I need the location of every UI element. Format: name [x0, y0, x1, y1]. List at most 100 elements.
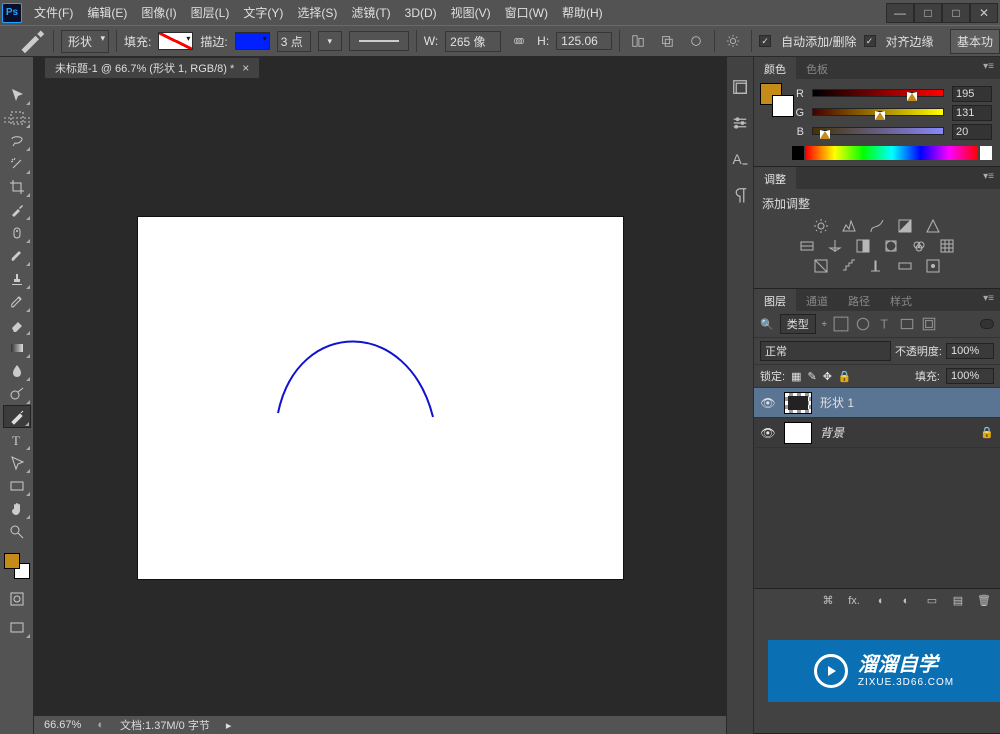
channelmixer-icon[interactable]: [910, 238, 928, 254]
workspace-button[interactable]: 基本功: [950, 29, 1000, 54]
layer-thumb[interactable]: [784, 422, 812, 444]
type-tool[interactable]: T: [3, 428, 31, 451]
new-layer-icon[interactable]: ▤: [950, 594, 966, 607]
align-checkbox[interactable]: ✓: [864, 35, 876, 47]
quickmask-button[interactable]: [3, 587, 31, 610]
lock-trans-icon[interactable]: ▦: [791, 370, 801, 383]
menu-select[interactable]: 选择(S): [297, 4, 337, 21]
zoom-readout[interactable]: 66.67%: [44, 719, 81, 731]
layer-row-shape1[interactable]: 👁 形状 1: [754, 388, 1000, 418]
visibility-icon[interactable]: 👁: [760, 396, 776, 410]
filter-type-icon[interactable]: T: [877, 316, 893, 332]
posterize-icon[interactable]: [840, 258, 858, 274]
gear-icon[interactable]: [722, 31, 744, 51]
tab-styles[interactable]: 样式: [880, 289, 922, 311]
brush-tool[interactable]: [3, 244, 31, 267]
dodge-tool[interactable]: [3, 382, 31, 405]
filter-shape-icon[interactable]: [899, 316, 915, 332]
status-icon[interactable]: ◐: [97, 719, 104, 731]
fullscreen-button[interactable]: □: [914, 3, 942, 23]
blur-tool[interactable]: [3, 359, 31, 382]
path-arrange-icon[interactable]: [656, 31, 678, 51]
menu-help[interactable]: 帮助(H): [562, 4, 603, 21]
gradientmap-icon[interactable]: [896, 258, 914, 274]
stamp-tool[interactable]: [3, 267, 31, 290]
hue-icon[interactable]: [798, 238, 816, 254]
fill-swatch[interactable]: [158, 32, 193, 50]
curves-icon[interactable]: [868, 218, 886, 234]
doc-info[interactable]: 文档:1.37M/0 字节: [120, 717, 210, 733]
path-select-tool[interactable]: [3, 451, 31, 474]
tab-adjustments[interactable]: 调整: [754, 167, 796, 189]
gradient-tool[interactable]: [3, 336, 31, 359]
lasso-tool[interactable]: [3, 129, 31, 152]
delete-layer-icon[interactable]: 🗑: [976, 594, 992, 607]
fill-opacity-input[interactable]: 100%: [946, 368, 994, 384]
colorbalance-icon[interactable]: [826, 238, 844, 254]
width-input[interactable]: 265 像: [445, 31, 501, 52]
photofilter-icon[interactable]: [882, 238, 900, 254]
panel-bg-swatch[interactable]: [772, 95, 794, 117]
canvas[interactable]: [138, 217, 623, 579]
filter-adjust-icon[interactable]: [855, 316, 871, 332]
layers-panel-menu-icon[interactable]: ▾≡: [977, 289, 1000, 311]
lock-all-icon[interactable]: 🔒: [838, 370, 852, 383]
menu-file[interactable]: 文件(F): [34, 4, 73, 21]
minimize-button[interactable]: —: [886, 3, 914, 23]
path-options-icon[interactable]: [685, 31, 707, 51]
tool-mode-dropdown[interactable]: 形状: [61, 30, 109, 53]
b-input[interactable]: 20: [952, 124, 992, 140]
filter-search-icon[interactable]: 🔍: [760, 318, 774, 331]
r-slider[interactable]: [812, 89, 944, 99]
adjust-panel-menu-icon[interactable]: ▾≡: [977, 167, 1000, 189]
screenmode-button[interactable]: [3, 616, 31, 639]
r-input[interactable]: 195: [952, 86, 992, 102]
pen-tool[interactable]: [3, 405, 31, 428]
path-align-icon[interactable]: [627, 31, 649, 51]
properties-panel-icon[interactable]: [730, 113, 750, 133]
auto-checkbox[interactable]: ✓: [759, 35, 771, 47]
link-layers-icon[interactable]: ⌘: [820, 594, 836, 607]
layer-row-background[interactable]: 👁 背景 🔒: [754, 418, 1000, 448]
healing-tool[interactable]: [3, 221, 31, 244]
menu-type[interactable]: 文字(Y): [243, 4, 283, 21]
rectangle-tool[interactable]: [3, 474, 31, 497]
color-swatches[interactable]: [4, 553, 30, 579]
g-input[interactable]: 131: [952, 105, 992, 121]
levels-icon[interactable]: [840, 218, 858, 234]
filter-smart-icon[interactable]: [921, 316, 937, 332]
bw-icon[interactable]: [854, 238, 872, 254]
b-slider[interactable]: [812, 127, 944, 137]
document-tab[interactable]: 未标题-1 @ 66.7% (形状 1, RGB/8) * ×: [44, 57, 260, 79]
menu-image[interactable]: 图像(I): [141, 4, 176, 21]
blend-mode-dropdown[interactable]: 正常: [760, 341, 891, 361]
layer-group-icon[interactable]: ▭: [924, 594, 940, 607]
g-slider[interactable]: [812, 108, 944, 118]
stroke-type-dropdown[interactable]: [349, 31, 409, 51]
selective-icon[interactable]: [924, 258, 942, 274]
lock-pos-icon[interactable]: ✥: [823, 370, 832, 383]
tab-color[interactable]: 颜色: [754, 57, 796, 79]
menu-filter[interactable]: 滤镜(T): [351, 4, 390, 21]
tab-channels[interactable]: 通道: [796, 289, 838, 311]
tab-paths[interactable]: 路径: [838, 289, 880, 311]
document-close-icon[interactable]: ×: [242, 61, 249, 75]
eyedropper-tool[interactable]: [3, 198, 31, 221]
stroke-width-dropdown[interactable]: [318, 31, 342, 51]
layer-fx-icon[interactable]: fx.: [846, 595, 862, 607]
hand-tool[interactable]: [3, 497, 31, 520]
menu-edit[interactable]: 编辑(E): [87, 4, 127, 21]
tool-preset-icon[interactable]: [18, 30, 46, 52]
filter-kind-dropdown[interactable]: 类型: [780, 314, 816, 334]
threshold-icon[interactable]: [868, 258, 886, 274]
menu-view[interactable]: 视图(V): [451, 4, 491, 21]
zoom-tool[interactable]: [3, 520, 31, 543]
paragraph-panel-icon[interactable]: [730, 185, 750, 205]
character-panel-icon[interactable]: A: [730, 149, 750, 169]
stroke-width-input[interactable]: 3 点: [277, 31, 311, 52]
filter-toggle[interactable]: [980, 319, 994, 329]
link-wh-icon[interactable]: [508, 31, 530, 51]
tab-swatches[interactable]: 色板: [796, 57, 838, 79]
canvas-viewport[interactable]: [34, 79, 726, 716]
wand-tool[interactable]: [3, 152, 31, 175]
